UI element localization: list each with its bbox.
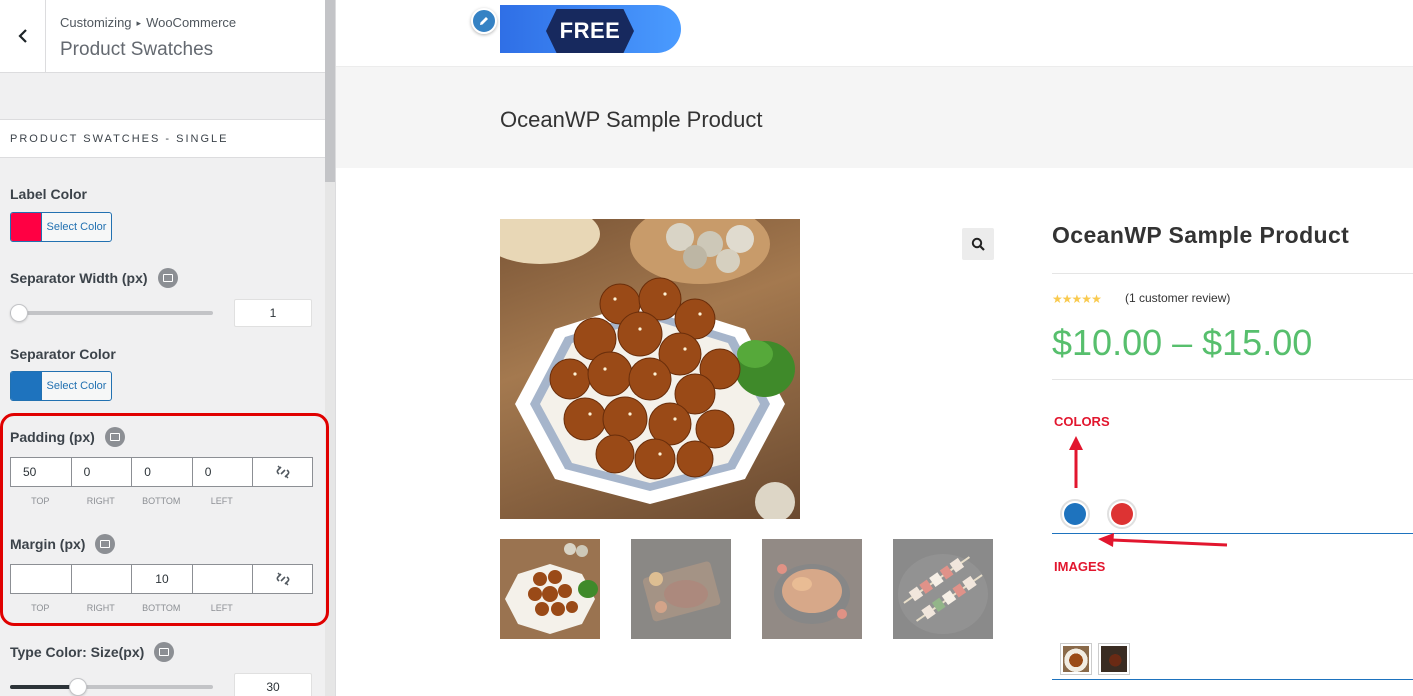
pencil-icon	[480, 17, 488, 25]
separator-width-input[interactable]: 1	[234, 299, 312, 327]
sidebar-header: Customizing ▸ WooCommerce Product Swatches	[0, 0, 325, 73]
page-header: OceanWP Sample Product	[336, 67, 1413, 168]
product-title: OceanWP Sample Product	[1052, 222, 1350, 248]
info-icon[interactable]	[154, 642, 175, 662]
slider-handle[interactable]	[10, 304, 28, 322]
label-color-button-text: Select Color	[46, 221, 107, 233]
separator-color-swatch	[11, 372, 42, 400]
separator-width-text: Separator Width (px)	[10, 270, 148, 286]
label-color-label: Label Color	[10, 186, 87, 202]
page-title: OceanWP Sample Product	[500, 107, 763, 132]
star-icon: ★	[1061, 292, 1073, 306]
zoom-button[interactable]	[962, 228, 994, 260]
meatballs-dish-image	[500, 219, 795, 519]
chevron-left-icon	[17, 29, 27, 43]
product-thumbnail-3[interactable]	[762, 539, 862, 639]
customizer-sidebar: Customizing ▸ WooCommerce Product Swatches…	[0, 0, 336, 696]
panel-title: Product Swatches	[60, 39, 214, 60]
type-color-size-input[interactable]: 30	[234, 673, 312, 696]
breadcrumb-separator-icon: ▸	[136, 18, 142, 28]
divider	[1052, 379, 1413, 380]
type-color-size-label: Type Color: Size(px)	[10, 642, 175, 662]
label-color-text: Label Color	[10, 186, 88, 202]
slider-fill	[10, 685, 73, 689]
product-thumbnail-1[interactable]	[500, 539, 600, 639]
product-thumbnail-2[interactable]	[631, 539, 731, 639]
separator-width-slider[interactable]	[10, 304, 213, 322]
star-icon: ★	[1071, 292, 1083, 306]
free-banner[interactable]: FREE	[500, 5, 681, 53]
image-swatch-meatballs[interactable]	[1060, 643, 1092, 675]
separator-color-button-text: Select Color	[46, 380, 107, 392]
breadcrumb-parent: WooCommerce	[146, 15, 237, 30]
separator-color-text: Separator Color	[10, 346, 116, 362]
swatch-separator	[1052, 679, 1413, 680]
back-button[interactable]	[0, 0, 46, 72]
product-price: $10.00 – $15.00	[1052, 322, 1313, 363]
breadcrumb-root: Customizing	[60, 15, 132, 30]
breadcrumb: Customizing ▸ WooCommerce	[60, 15, 236, 30]
separator-color-label: Separator Color	[10, 346, 116, 362]
edit-shortcut-button[interactable]	[471, 8, 497, 34]
annotation-images: IMAGES	[1054, 559, 1106, 574]
site-header: FREE	[336, 0, 1413, 67]
product-main-image[interactable]	[500, 219, 800, 519]
star-icon: ★	[1081, 292, 1092, 306]
search-icon	[971, 237, 985, 251]
slider-handle[interactable]	[69, 678, 87, 696]
separator-color-picker-button[interactable]: Select Color	[10, 371, 112, 401]
star-rating-icon: ★ ★ ★ ★ ★	[1052, 292, 1102, 306]
separator-width-label: Separator Width (px)	[10, 268, 178, 288]
site-preview: FREE OceanWP Sample Product OceanWP Samp…	[336, 0, 1413, 696]
meatballs-thumbnail-image	[500, 539, 600, 639]
sidebar-scrollbar-thumb[interactable]	[325, 0, 335, 182]
roast-chicken-thumbnail-image	[762, 539, 862, 639]
label-color-picker-button[interactable]: Select Color	[10, 212, 112, 242]
arrow-left-icon	[1098, 533, 1228, 547]
info-icon[interactable]	[157, 268, 178, 288]
star-icon: ★	[1052, 292, 1063, 306]
divider	[1052, 273, 1413, 274]
highlight-annotation-box	[0, 413, 329, 626]
free-badge: FREE	[546, 9, 634, 53]
star-icon: ★	[1091, 292, 1102, 306]
image-swatch-steak[interactable]	[1098, 643, 1130, 675]
type-color-size-text: Type Color: Size(px)	[10, 644, 145, 660]
steak-thumbnail-image	[631, 539, 731, 639]
type-color-size-slider[interactable]	[10, 678, 213, 696]
section-title: PRODUCT SWATCHES - SINGLE	[0, 119, 325, 158]
annotation-colors: COLORS	[1054, 414, 1110, 429]
color-swatch-red[interactable]	[1107, 499, 1137, 529]
product-thumbnail-4[interactable]	[893, 539, 993, 639]
skewers-thumbnail-image	[893, 539, 993, 639]
customer-review-link[interactable]: (1 customer review)	[1125, 291, 1230, 305]
color-swatch-blue[interactable]	[1060, 499, 1090, 529]
arrow-up-icon	[1069, 436, 1083, 488]
label-color-swatch	[11, 213, 42, 241]
